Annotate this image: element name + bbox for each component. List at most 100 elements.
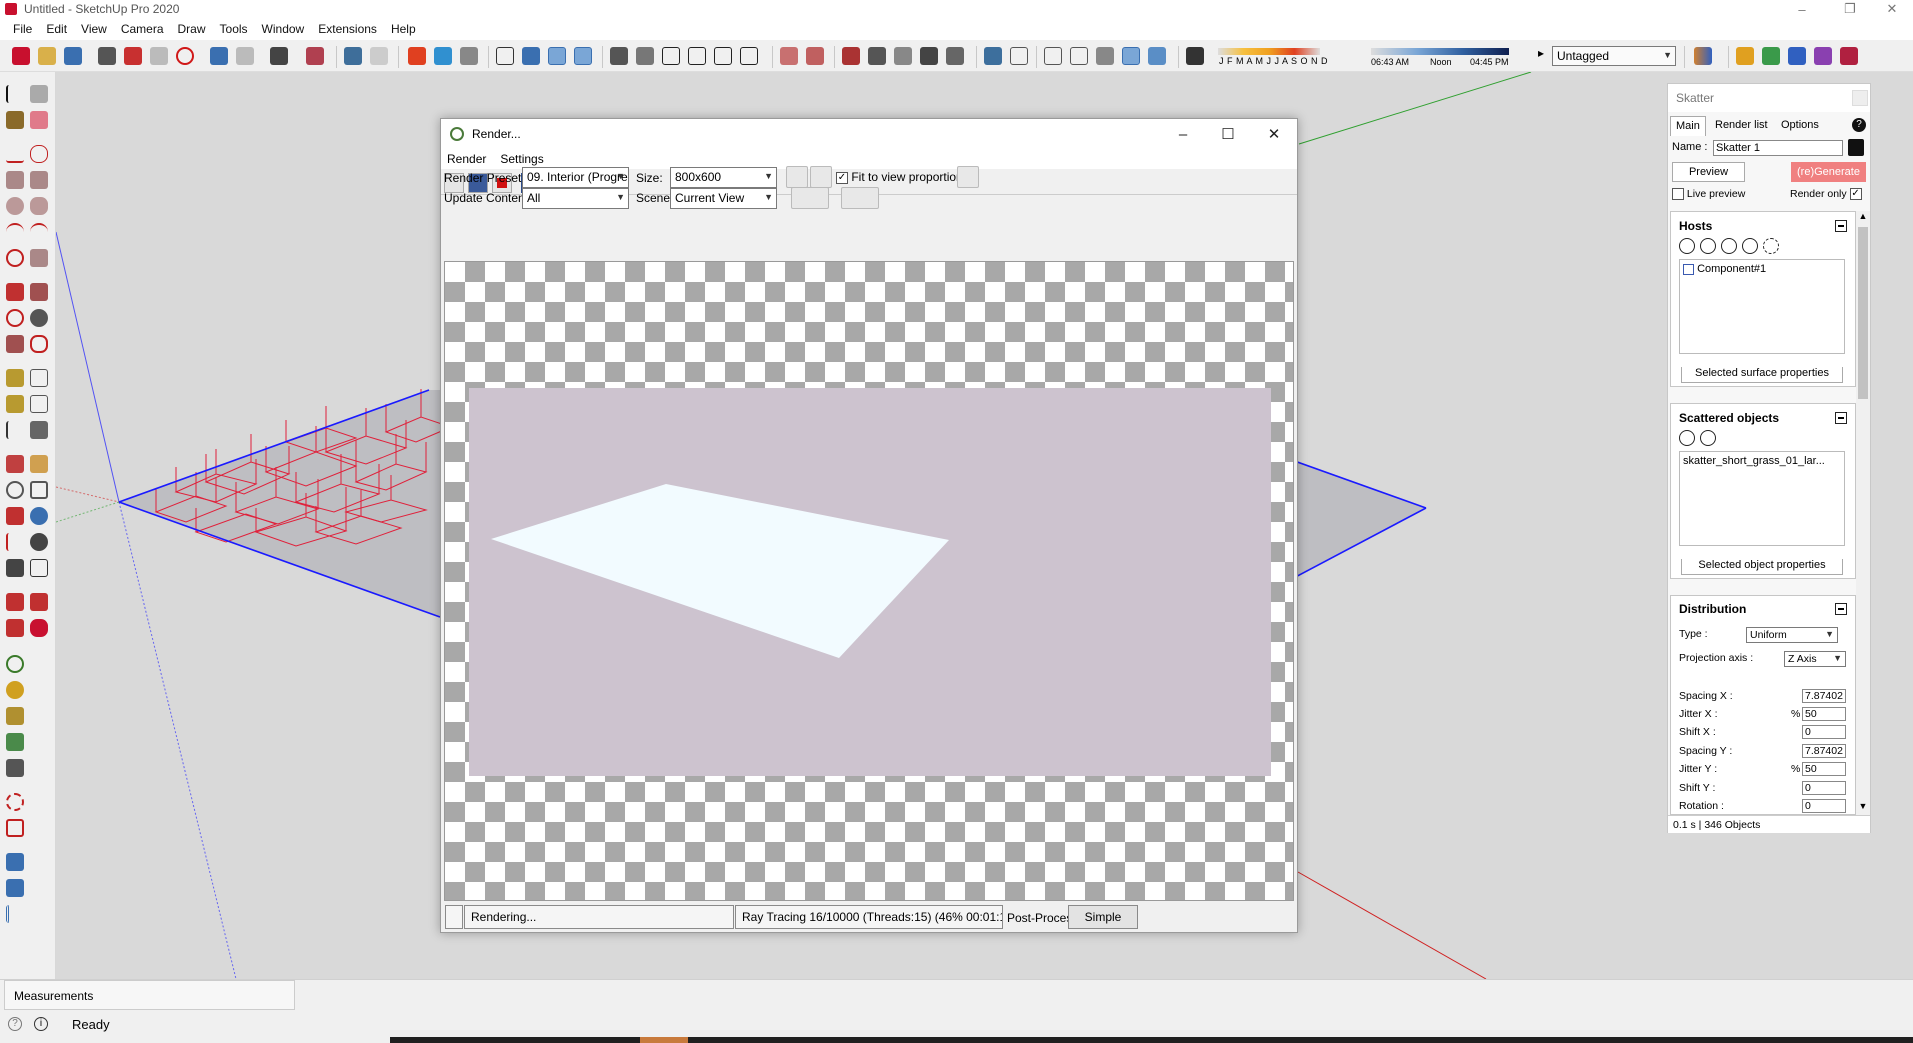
xray-icon[interactable]: [984, 47, 1002, 65]
copy-icon[interactable]: [124, 47, 142, 65]
distribute-icon[interactable]: [6, 879, 24, 897]
fog-icon[interactable]: [1186, 47, 1204, 65]
align-icon[interactable]: [6, 853, 24, 871]
size-select[interactable]: 800x600 ▼: [670, 167, 777, 188]
paint-icon[interactable]: [370, 47, 388, 65]
camera-dropdown-icon[interactable]: [791, 187, 829, 209]
trim-icon[interactable]: [1840, 47, 1858, 65]
select-icon[interactable]: [6, 85, 24, 103]
select-orbit-icon[interactable]: [496, 47, 514, 65]
rectangle-icon[interactable]: [6, 171, 24, 189]
subtract-icon[interactable]: [1814, 47, 1832, 65]
post-process-button[interactable]: Simple: [1068, 905, 1138, 929]
update-content-select[interactable]: All ▼: [522, 188, 629, 209]
spacing-icon[interactable]: [6, 905, 24, 923]
house-icon[interactable]: [688, 47, 706, 65]
render-menu-settings[interactable]: Settings: [500, 152, 543, 166]
remove-object-icon[interactable]: [1700, 430, 1716, 446]
solar-north-icon[interactable]: [1694, 47, 1712, 65]
terrain-icon[interactable]: [868, 47, 886, 65]
hidden-line-icon[interactable]: [1044, 47, 1062, 65]
list-item[interactable]: Component#1: [1683, 263, 1841, 275]
add-group-host-icon[interactable]: [1700, 238, 1716, 254]
shift-y-input[interactable]: 0: [1802, 781, 1846, 795]
render-canvas[interactable]: [444, 261, 1294, 901]
union-icon[interactable]: [1788, 47, 1806, 65]
monochrome-icon[interactable]: [1122, 47, 1140, 65]
outer-shell-icon[interactable]: [1736, 47, 1754, 65]
spacing-x-input[interactable]: 7.87402: [1802, 689, 1846, 703]
top-view-icon[interactable]: [548, 47, 566, 65]
section-plane-tool-icon[interactable]: [30, 559, 48, 577]
home-icon[interactable]: [662, 47, 680, 65]
tape-measure-icon[interactable]: [6, 369, 24, 387]
push-pull-icon[interactable]: [30, 283, 48, 301]
arc-icon[interactable]: [6, 223, 24, 241]
projection-axis-select[interactable]: Z Axis ▼: [1784, 651, 1846, 667]
freehand-icon[interactable]: [30, 145, 48, 163]
ruby-icon[interactable]: [6, 593, 24, 611]
paste-icon[interactable]: [150, 47, 168, 65]
jitter-x-input[interactable]: 50: [1802, 707, 1846, 721]
tag-dropdown[interactable]: Untagged ▼: [1552, 46, 1676, 66]
pan-icon[interactable]: [30, 455, 48, 473]
fit-checkbox-box[interactable]: ✓: [836, 171, 848, 184]
intersect-icon[interactable]: [1762, 47, 1780, 65]
three-point-arc-icon[interactable]: [6, 249, 24, 267]
extension-warehouse-icon[interactable]: [434, 47, 452, 65]
erase-icon[interactable]: [176, 47, 194, 65]
render-region-icon[interactable]: [786, 166, 808, 188]
sketchup-ruby-icon[interactable]: [30, 619, 48, 637]
remove-host-icon[interactable]: [1742, 238, 1758, 254]
paint-bucket-icon[interactable]: [6, 111, 24, 129]
open-icon[interactable]: [38, 47, 56, 65]
add-component-host-icon[interactable]: [1721, 238, 1737, 254]
polygon-icon[interactable]: [30, 197, 48, 215]
type-select[interactable]: Uniform ▼: [1746, 627, 1838, 643]
render-preset-select[interactable]: 09. Interior (Progres: ▼: [522, 167, 629, 188]
restore-icon[interactable]: ❐: [1830, 0, 1870, 18]
render-objects-icon[interactable]: [6, 733, 24, 751]
menu-extensions[interactable]: Extensions: [311, 22, 384, 36]
menu-file[interactable]: File: [6, 22, 39, 36]
scattered-collapse-icon[interactable]: [1835, 412, 1847, 424]
lasso-icon[interactable]: [30, 85, 48, 103]
preview-button[interactable]: Preview: [1672, 162, 1745, 182]
axes-icon[interactable]: [6, 421, 24, 439]
host-checkbox[interactable]: [1683, 263, 1694, 275]
new-icon[interactable]: [12, 47, 30, 65]
shadows-icon[interactable]: [1148, 47, 1166, 65]
skatter-close-icon[interactable]: [1852, 90, 1868, 106]
name-input[interactable]: Skatter 1: [1713, 140, 1843, 156]
flip-icon[interactable]: [946, 47, 964, 65]
shaded-icon[interactable]: [1070, 47, 1088, 65]
render-only-checkbox[interactable]: Render only ✓: [1790, 188, 1862, 201]
render-menu-render[interactable]: Render: [447, 152, 486, 166]
component-icon[interactable]: [344, 47, 362, 65]
menu-edit[interactable]: Edit: [39, 22, 74, 36]
menu-view[interactable]: View: [74, 22, 114, 36]
eraser-icon[interactable]: [30, 111, 48, 129]
rotation-input[interactable]: 0: [1802, 799, 1846, 813]
copy-dropdown-icon[interactable]: [841, 187, 879, 209]
hosts-collapse-icon[interactable]: [1835, 220, 1847, 232]
offset-icon[interactable]: [30, 335, 48, 353]
render-lock-icon[interactable]: [810, 166, 832, 188]
section-display-icon[interactable]: [806, 47, 824, 65]
front-view-icon[interactable]: [574, 47, 592, 65]
cut-icon[interactable]: [98, 47, 116, 65]
iso-view-icon[interactable]: [522, 47, 540, 65]
surface-properties-group[interactable]: Selected surface properties: [1681, 367, 1843, 383]
skatter-scrollbar[interactable]: ▲ ▼: [1856, 211, 1870, 815]
zoom-window-icon[interactable]: [30, 481, 48, 499]
save-preset-icon[interactable]: [1848, 139, 1864, 156]
menu-tools[interactable]: Tools: [213, 22, 255, 36]
circle-icon[interactable]: [6, 197, 24, 215]
info-icon[interactable]: i: [34, 1017, 48, 1031]
jitter-y-input[interactable]: 50: [1802, 762, 1846, 776]
live-preview-box[interactable]: [1672, 188, 1684, 201]
render-materials-icon[interactable]: [6, 681, 24, 699]
add-object-icon[interactable]: [1679, 430, 1695, 446]
shed-icon[interactable]: [714, 47, 732, 65]
menu-window[interactable]: Window: [255, 22, 312, 36]
